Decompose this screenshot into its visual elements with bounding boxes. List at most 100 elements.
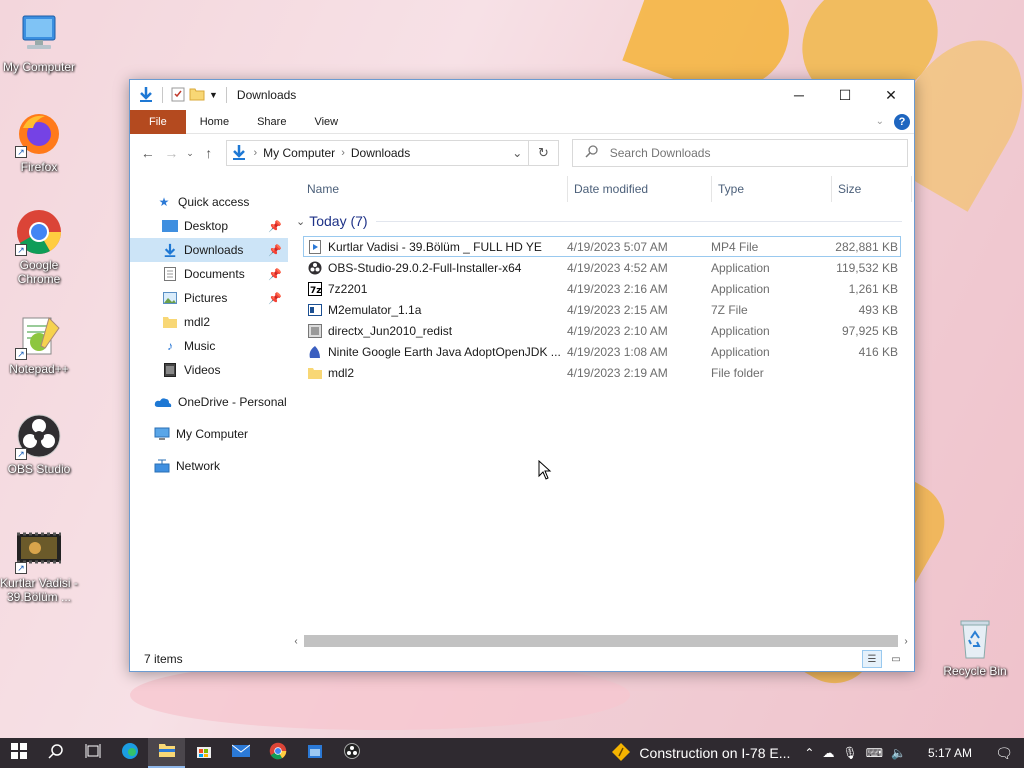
- desktop-icon-notepad-plus-plus[interactable]: ↗ Notepad++: [0, 312, 79, 376]
- task-view-button[interactable]: [74, 738, 111, 768]
- downloads-folder-icon: [231, 144, 247, 163]
- clock[interactable]: 5:17 AM: [916, 746, 984, 760]
- desktop-icon-firefox[interactable]: ↗ Firefox: [0, 110, 79, 174]
- properties-icon[interactable]: [171, 86, 185, 105]
- tab-share[interactable]: Share: [243, 110, 300, 134]
- onedrive-sync-icon[interactable]: ☁: [822, 746, 834, 760]
- network-icon: [154, 459, 170, 473]
- desktop-icon-google-chrome[interactable]: ↗ Google Chrome: [0, 208, 79, 286]
- nav-item-desktop[interactable]: Desktop 📌: [130, 214, 288, 238]
- file-row[interactable]: 7z 7z2201 4/19/2023 2:16 AM Application 1…: [303, 278, 901, 299]
- network-icon[interactable]: ⌨: [866, 746, 883, 760]
- nav-item-music[interactable]: ♪ Music: [130, 334, 288, 358]
- minimize-button[interactable]: ─: [776, 80, 822, 110]
- tab-home[interactable]: Home: [186, 110, 243, 134]
- notifications-button[interactable]: 🗨: [984, 745, 1024, 762]
- recent-locations-button[interactable]: ⌄: [183, 148, 197, 159]
- breadcrumb-my-computer[interactable]: My Computer: [263, 146, 335, 160]
- refresh-button[interactable]: ↻: [529, 140, 559, 166]
- nav-item-videos[interactable]: Videos: [130, 358, 288, 382]
- tab-file[interactable]: File: [130, 109, 186, 134]
- customize-dropdown-icon[interactable]: ▼: [209, 90, 218, 100]
- file-row[interactable]: M2emulator_1.1a 4/19/2023 2:15 AM 7Z Fil…: [303, 299, 901, 320]
- desktop-icon-kurtlar-vadisi-video[interactable]: ↗ Kurtlar Vadisi - 39.Bölüm ...: [0, 526, 79, 604]
- search-icon: [47, 743, 64, 763]
- address-dropdown-icon[interactable]: ⌄: [506, 146, 528, 160]
- nav-quick-access[interactable]: ★ Quick access: [130, 190, 288, 214]
- search-button[interactable]: [37, 738, 74, 768]
- edge-icon: [121, 742, 139, 764]
- chevron-up-icon[interactable]: ⌃: [804, 746, 814, 760]
- ninite-icon: [308, 345, 322, 359]
- traffic-warning-icon: [611, 742, 631, 765]
- obs-icon: [343, 743, 360, 763]
- close-button[interactable]: ✕: [868, 80, 914, 110]
- close-icon: ✕: [885, 86, 897, 103]
- back-button[interactable]: ←: [136, 145, 160, 161]
- breadcrumb-downloads[interactable]: Downloads: [351, 146, 410, 160]
- recycle-bin-icon: [951, 614, 999, 662]
- divider: [225, 87, 227, 103]
- forward-button[interactable]: →: [160, 145, 184, 161]
- file-row[interactable]: OBS-Studio-29.0.2-Full-Installer-x64 4/1…: [303, 257, 901, 278]
- file-row[interactable]: mdl2 4/19/2023 2:19 AM File folder: [303, 362, 901, 383]
- taskbar-calendar[interactable]: [296, 738, 333, 768]
- search-input[interactable]: [609, 146, 890, 160]
- start-button[interactable]: [0, 738, 37, 768]
- up-button[interactable]: ↑: [197, 145, 221, 161]
- microphone-icon[interactable]: 🎙: [842, 746, 857, 760]
- file-row[interactable]: Kurtlar Vadisi - 39.Bölüm _ FULL HD YE 4…: [303, 236, 901, 257]
- title-bar[interactable]: ▼ Downloads ─ ☐ ✕: [130, 80, 914, 110]
- nav-item-documents[interactable]: Documents 📌: [130, 262, 288, 286]
- tab-view[interactable]: View: [300, 110, 352, 134]
- taskbar-edge[interactable]: [111, 738, 148, 768]
- nav-onedrive[interactable]: OneDrive - Personal: [130, 390, 288, 414]
- taskbar-mail[interactable]: [222, 738, 259, 768]
- column-header-name[interactable]: Name: [307, 176, 568, 202]
- nav-my-computer[interactable]: My Computer: [130, 422, 288, 446]
- column-header-type[interactable]: Type: [712, 176, 832, 202]
- search-box[interactable]: [571, 139, 908, 167]
- column-header-date-modified[interactable]: Date modified: [568, 176, 712, 202]
- breadcrumb-chevron-icon[interactable]: ›: [253, 147, 257, 159]
- chevron-down-icon: ⌄: [296, 215, 306, 228]
- nav-item-pictures[interactable]: Pictures 📌: [130, 286, 288, 310]
- desktop-icon-obs-studio[interactable]: ↗ OBS Studio: [0, 412, 79, 476]
- desktop-icon-my-computer[interactable]: My Computer: [0, 10, 79, 74]
- maximize-button[interactable]: ☐: [822, 80, 868, 110]
- details-view-button[interactable]: ☰: [862, 650, 882, 668]
- file-explorer-icon: [158, 742, 176, 762]
- large-icons-view-button[interactable]: ▭: [886, 650, 906, 668]
- nav-item-mdl2[interactable]: mdl2: [130, 310, 288, 334]
- file-explorer-window[interactable]: ▼ Downloads ─ ☐ ✕ File Home Share View ⌄…: [129, 79, 915, 672]
- scroll-right-icon[interactable]: ›: [898, 636, 914, 647]
- breadcrumb-chevron-icon[interactable]: ›: [341, 147, 345, 159]
- scroll-left-icon[interactable]: ‹: [288, 636, 304, 647]
- address-bar[interactable]: › My Computer › Downloads ⌄: [226, 140, 530, 166]
- new-folder-icon[interactable]: [189, 87, 205, 104]
- expand-ribbon-icon[interactable]: ⌄: [876, 116, 884, 127]
- group-header-today[interactable]: ⌄ Today (7): [288, 206, 914, 236]
- installer-icon: [308, 323, 322, 338]
- nav-network[interactable]: Network: [130, 454, 288, 478]
- star-icon: ★: [158, 195, 170, 209]
- taskbar-chrome[interactable]: [259, 738, 296, 768]
- file-row[interactable]: Ninite Google Earth Java AdoptOpenJDK ..…: [303, 341, 901, 362]
- scrollbar-thumb[interactable]: [304, 635, 898, 647]
- taskbar-obs[interactable]: [333, 738, 370, 768]
- cloud-icon: [154, 395, 172, 409]
- taskbar-file-explorer[interactable]: [148, 738, 185, 768]
- video-thumbnail-icon: ↗: [15, 526, 63, 574]
- volume-icon[interactable]: 🔈: [891, 746, 906, 760]
- taskbar-store[interactable]: [185, 738, 222, 768]
- firefox-icon: ↗: [15, 110, 63, 158]
- archive-icon: [308, 303, 322, 317]
- file-row[interactable]: directx_Jun2010_redist 4/19/2023 2:10 AM…: [303, 320, 901, 341]
- news-widget[interactable]: Construction on I-78 E...: [611, 742, 804, 765]
- desktop-icon-recycle-bin[interactable]: Recycle Bin: [935, 614, 1015, 678]
- obs-installer-icon: [308, 261, 322, 275]
- column-header-size[interactable]: Size: [832, 176, 912, 202]
- nav-item-downloads[interactable]: Downloads 📌: [130, 238, 288, 262]
- horizontal-scrollbar[interactable]: ‹ ›: [288, 634, 914, 648]
- help-icon[interactable]: ?: [894, 113, 910, 130]
